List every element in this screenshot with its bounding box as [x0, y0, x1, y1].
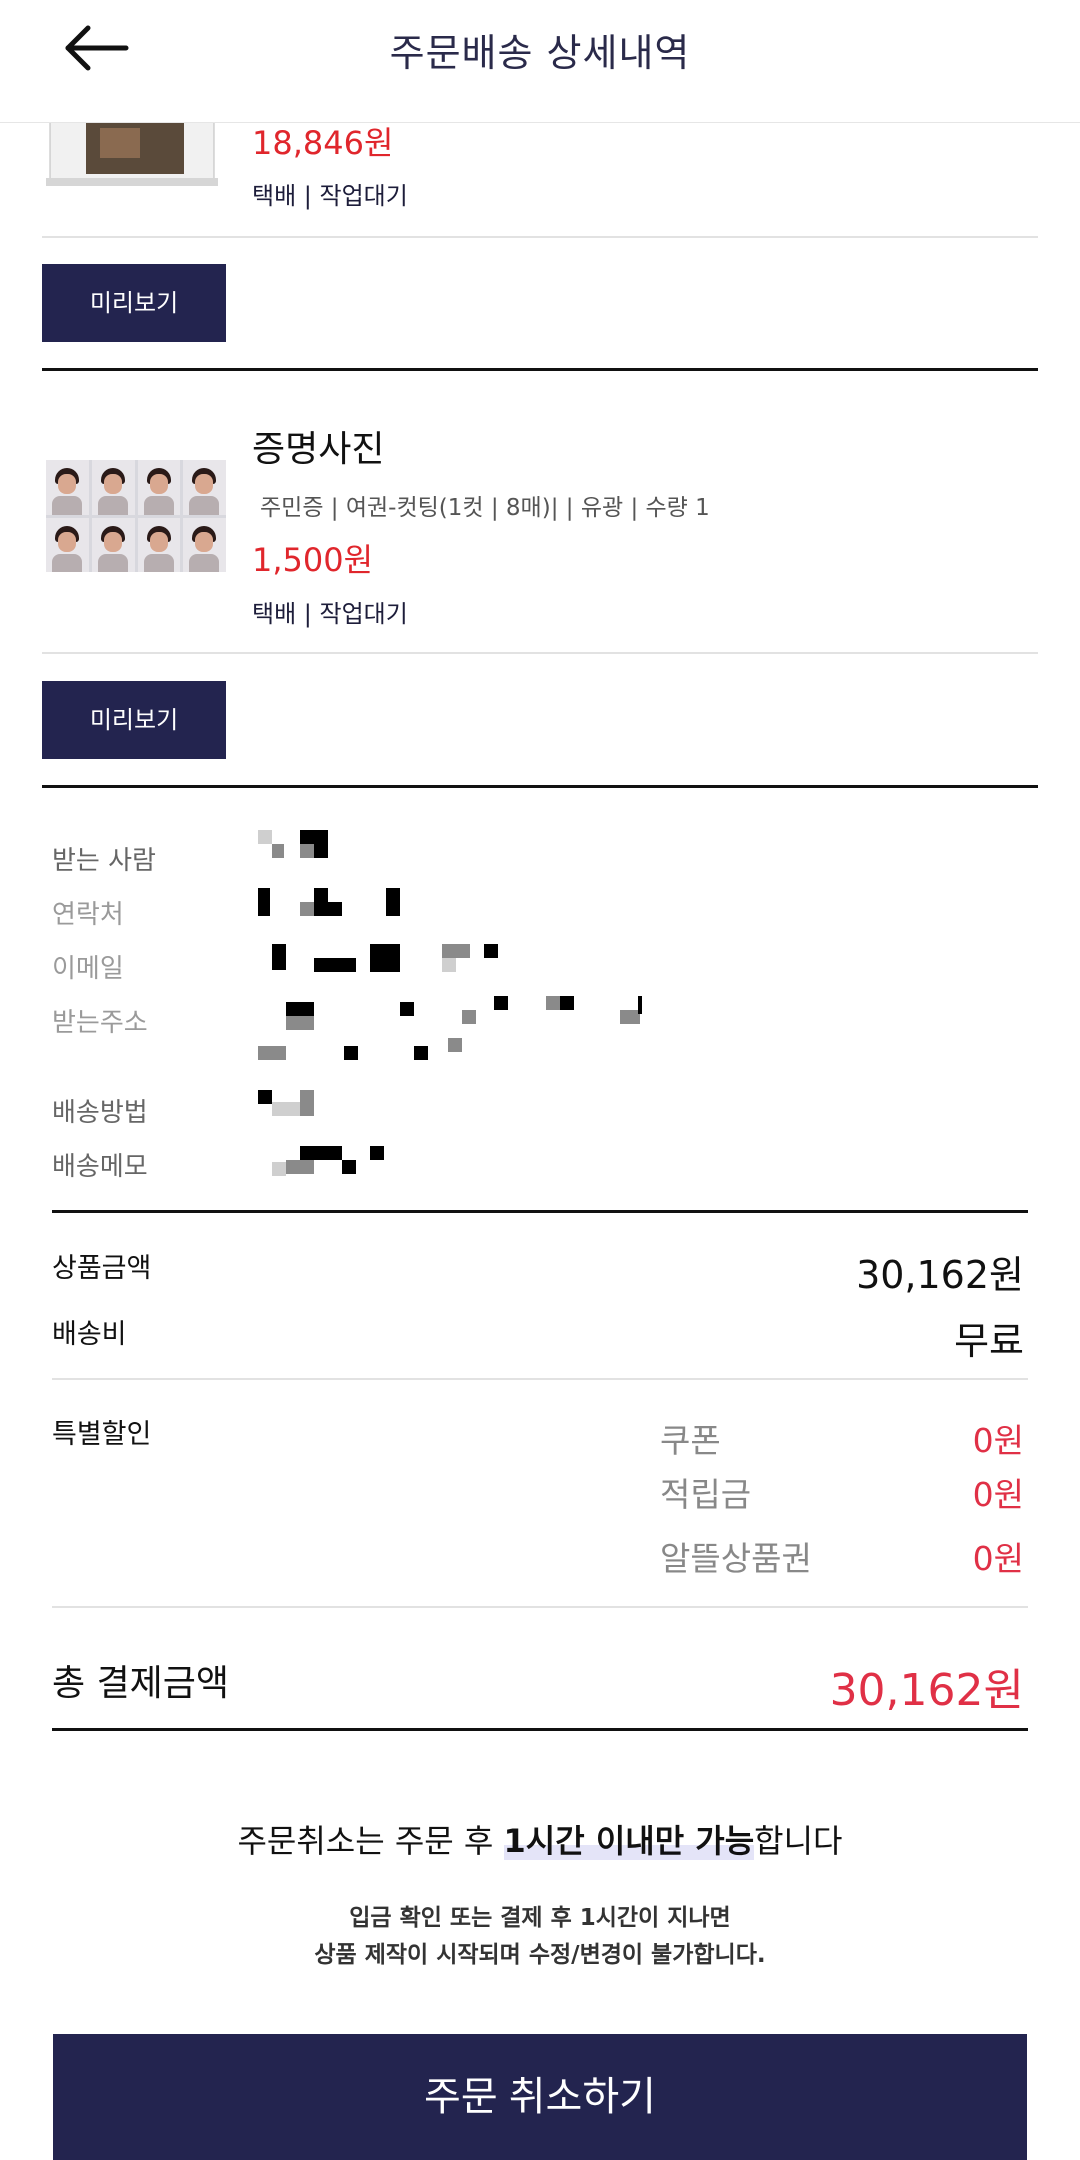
gift-certificate-label: 알뜰상품권 — [660, 1539, 812, 1578]
recipient-label: 받는 사람 — [52, 846, 156, 876]
coupon-label: 쿠폰 — [660, 1421, 721, 1460]
divider — [52, 1606, 1028, 1608]
divider — [52, 1210, 1028, 1213]
total-payment-value: 30,162원 — [829, 1665, 1024, 1716]
item-thumbnail — [46, 122, 222, 190]
divider — [42, 652, 1038, 654]
address-label: 받는주소 — [52, 1008, 148, 1038]
divider — [52, 1378, 1028, 1380]
product-amount-value: 30,162원 — [856, 1253, 1024, 1297]
divider — [52, 1728, 1028, 1731]
cancel-notice-prefix: 주문취소는 주문 후 — [237, 1822, 504, 1860]
cancel-notice-suffix: 합니다 — [754, 1822, 843, 1860]
item-price: 18,846원 — [252, 124, 394, 162]
notice-line-2: 상품 제작이 시작되며 수정/변경이 불가합니다. — [314, 1942, 766, 1968]
divider — [42, 785, 1038, 788]
header-bar: 주문배송 상세내역 — [0, 0, 1080, 123]
item-options: 주민증 | 여권-컷팅(1컷 | 8매)| | 유광 | 수량 1 — [260, 495, 710, 521]
product-amount-label: 상품금액 — [52, 1253, 152, 1284]
cancel-notice-highlight: 1시간 이내만 가능 — [503, 1822, 755, 1860]
shipping-fee-value: 무료 — [954, 1319, 1024, 1363]
total-payment-label: 총 결제금액 — [52, 1663, 230, 1704]
cancel-notice: 주문취소는 주문 후 1시간 이내만 가능합니다 — [0, 1816, 1080, 1862]
item-title: 증명사진 — [252, 429, 385, 470]
cancel-order-button[interactable]: 주문 취소하기 — [53, 2034, 1027, 2160]
special-discount-label: 특별할인 — [52, 1419, 152, 1450]
shipping-status: 택배 | 작업대기 — [252, 182, 408, 210]
id-photo-thumbnail — [46, 460, 226, 572]
preview-button[interactable]: 미리보기 — [42, 681, 226, 759]
points-value: 0원 — [972, 1475, 1024, 1514]
coupon-value: 0원 — [972, 1421, 1024, 1460]
divider — [42, 368, 1038, 371]
gift-certificate-value: 0원 — [972, 1539, 1024, 1578]
points-label: 적립금 — [660, 1475, 752, 1514]
contact-label: 연락처 — [52, 900, 124, 930]
preview-button[interactable]: 미리보기 — [42, 264, 226, 342]
shipping-memo-label: 배송메모 — [52, 1152, 148, 1182]
shipping-method-label: 배송방법 — [52, 1098, 148, 1128]
email-label: 이메일 — [52, 954, 124, 984]
shipping-status: 택배 | 작업대기 — [252, 600, 408, 628]
divider — [42, 236, 1038, 238]
page-title: 주문배송 상세내역 — [389, 31, 691, 75]
notice-line-1: 입금 확인 또는 결제 후 1시간이 지나면 — [349, 1905, 731, 1931]
item-price: 1,500원 — [252, 541, 374, 579]
shipping-fee-label: 배송비 — [52, 1319, 127, 1350]
